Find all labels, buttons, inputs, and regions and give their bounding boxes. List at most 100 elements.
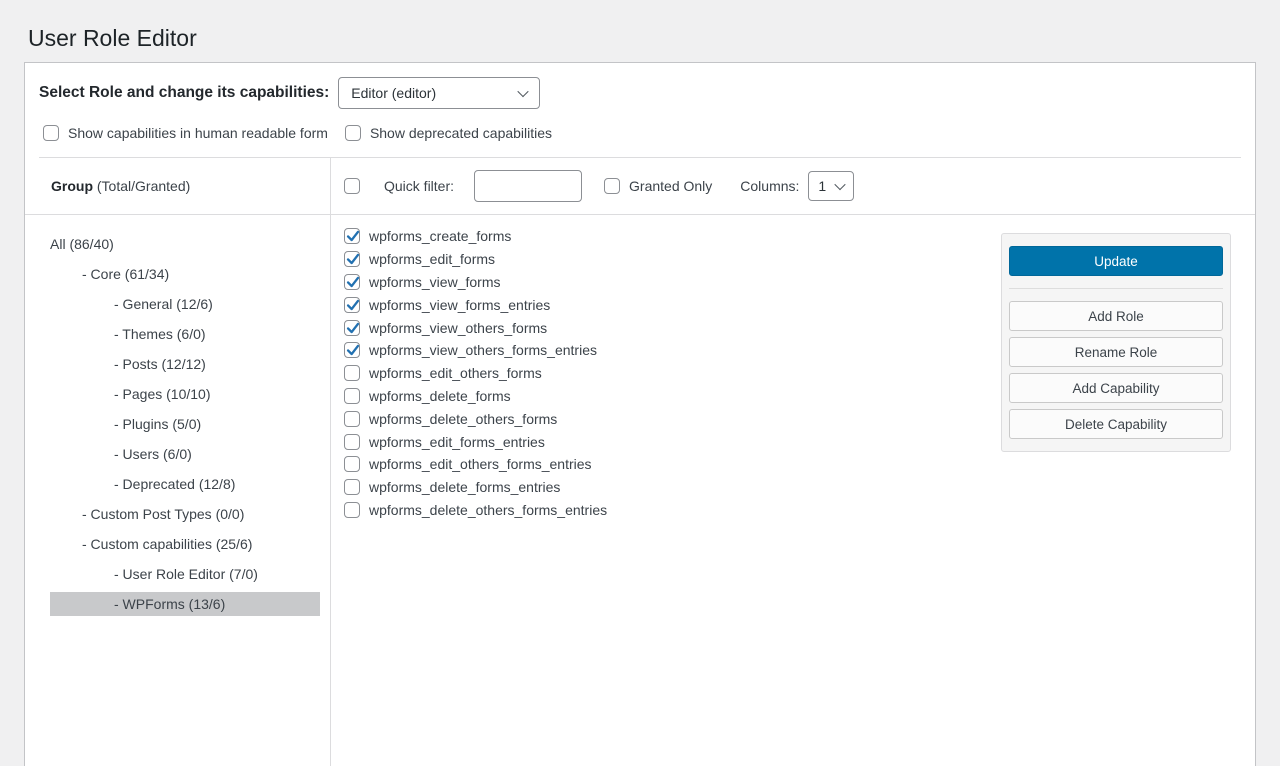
capability-checkbox[interactable] [344, 479, 360, 495]
group-item-label: - Pages (10/10) [114, 383, 320, 405]
group-item[interactable]: - User Role Editor (7/0) [50, 559, 320, 589]
group-item-label: - Plugins (5/0) [114, 413, 320, 435]
capability-checkbox[interactable] [344, 388, 360, 404]
capability-row: wpforms_view_forms [344, 271, 1001, 294]
role-select[interactable]: Editor (editor) [338, 77, 540, 109]
group-item[interactable]: - Pages (10/10) [50, 379, 320, 409]
capability-label: wpforms_edit_others_forms_entries [369, 456, 592, 472]
filter-bar: Quick filter: Granted Only Columns: 1 [331, 158, 1255, 214]
display-options-row: Show capabilities in human readable form… [25, 109, 1255, 157]
group-item[interactable]: - Custom capabilities (25/6) [50, 529, 320, 559]
capability-checkbox[interactable] [344, 456, 360, 472]
group-item[interactable]: - Themes (6/0) [50, 319, 320, 349]
group-item[interactable]: - Users (6/0) [50, 439, 320, 469]
role-select-row: Select Role and change its capabilities:… [25, 63, 1255, 109]
capability-label: wpforms_view_others_forms [369, 320, 547, 336]
columns-label: Columns: [740, 178, 799, 194]
granted-only-checkbox[interactable] [604, 178, 620, 194]
group-item-label: - Core (61/34) [82, 263, 320, 285]
actions-divider [1009, 288, 1223, 289]
add-role-button[interactable]: Add Role [1009, 301, 1223, 331]
granted-only-label: Granted Only [629, 178, 712, 194]
group-item[interactable]: - Deprecated (12/8) [50, 469, 320, 499]
capabilities-cell: wpforms_create_forms wpforms_edit_formswp… [331, 215, 1255, 766]
rename-role-button[interactable]: Rename Role [1009, 337, 1223, 367]
capability-label: wpforms_edit_others_forms [369, 365, 542, 381]
secondary-actions: Add Role Rename Role Add Capability Delete … [1009, 301, 1223, 439]
capability-row: wpforms_delete_others_forms_entries [344, 499, 1001, 522]
capability-row: wpforms_view_others_forms [344, 316, 1001, 339]
content-row: All (86/40) - Core (61/34) - General (12/6… [25, 215, 1255, 766]
group-item-label: - Users (6/0) [114, 443, 320, 465]
capability-row: wpforms_delete_others_forms [344, 407, 1001, 430]
capability-checkbox[interactable] [344, 502, 360, 518]
capability-row: wpforms_delete_forms_entries [344, 476, 1001, 499]
capability-checkbox[interactable] [344, 434, 360, 450]
group-item[interactable]: - Plugins (5/0) [50, 409, 320, 439]
capability-row: wpforms_view_others_forms_entries [344, 339, 1001, 362]
group-item[interactable]: - General (12/6) [50, 289, 320, 319]
capability-row: wpforms_edit_others_forms_entries [344, 453, 1001, 476]
select-all-checkbox[interactable] [344, 178, 360, 194]
human-readable-label: Show capabilities in human readable form [68, 125, 328, 141]
capability-label: wpforms_edit_forms [369, 251, 495, 267]
group-item-label: - Custom capabilities (25/6) [82, 533, 320, 555]
capability-checkbox[interactable] [344, 342, 360, 358]
groups-tree-cell: All (86/40) - Core (61/34) - General (12/6… [25, 215, 331, 766]
group-item-label: All (86/40) [50, 233, 320, 255]
capability-label: wpforms_view_forms_entries [369, 297, 550, 313]
capability-row: wpforms_view_forms_entries [344, 293, 1001, 316]
role-select-label: Select Role and change its capabilities: [39, 84, 329, 102]
group-item[interactable]: - WPForms (13/6) [50, 592, 320, 616]
user-role-editor-panel: Select Role and change its capabilities:… [24, 62, 1256, 766]
groups-tree: All (86/40) - Core (61/34) - General (12/6… [50, 229, 320, 616]
capability-label: wpforms_delete_forms_entries [369, 479, 560, 495]
update-button[interactable]: Update [1009, 246, 1223, 276]
actions-panel: Update Add Role Rename Role Add Capability… [1001, 233, 1231, 452]
group-item-label: - WPForms (13/6) [114, 593, 320, 615]
columns-select[interactable]: 1 [808, 171, 854, 201]
capability-label: wpforms_delete_forms [369, 388, 511, 404]
capability-checkbox[interactable] [344, 411, 360, 427]
capability-row: wpforms_edit_others_forms [344, 362, 1001, 385]
group-item[interactable]: - Posts (12/12) [50, 349, 320, 379]
columns-select-value: 1 [818, 178, 826, 194]
group-item-label: - Custom Post Types (0/0) [82, 503, 320, 525]
header-row: Group (Total/Granted) Quick filter: Gran… [25, 158, 1255, 215]
group-item[interactable]: - Custom Post Types (0/0) [50, 499, 320, 529]
capability-label: wpforms_edit_forms_entries [369, 434, 545, 450]
capability-checkbox[interactable] [344, 320, 360, 336]
capability-label: wpforms_create_forms [369, 228, 511, 244]
capability-checkbox[interactable] [344, 297, 360, 313]
capability-row: wpforms_edit_forms_entries [344, 430, 1001, 453]
human-readable-checkbox[interactable] [43, 125, 59, 141]
capability-checkbox[interactable] [344, 251, 360, 267]
group-item-label: - Themes (6/0) [114, 323, 320, 345]
delete-capability-button[interactable]: Delete Capability [1009, 409, 1223, 439]
group-item-label: - Posts (12/12) [114, 353, 320, 375]
capability-checkbox[interactable] [344, 365, 360, 381]
chevron-down-icon [518, 86, 529, 97]
group-item[interactable]: All (86/40) [50, 229, 320, 259]
quick-filter-label: Quick filter: [384, 178, 454, 194]
capability-checkbox[interactable] [344, 274, 360, 290]
group-item-label: - Deprecated (12/8) [114, 473, 320, 495]
add-capability-button[interactable]: Add Capability [1009, 373, 1223, 403]
capability-label: wpforms_view_others_forms_entries [369, 342, 597, 358]
deprecated-label: Show deprecated capabilities [370, 125, 552, 141]
group-header-title: Group [51, 178, 93, 194]
capability-row: wpforms_edit_forms [344, 248, 1001, 271]
capability-row: wpforms_delete_forms [344, 385, 1001, 408]
group-header-label: Group (Total/Granted) [51, 178, 190, 194]
capability-label: wpforms_view_forms [369, 274, 500, 290]
capability-label: wpforms_delete_others_forms_entries [369, 502, 607, 518]
group-item[interactable]: - Core (61/34) [50, 259, 320, 289]
capabilities-list: wpforms_create_forms wpforms_edit_formswp… [344, 223, 1001, 521]
quick-filter-input[interactable] [474, 170, 582, 202]
group-header-cell: Group (Total/Granted) [25, 158, 331, 214]
capability-checkbox[interactable] [344, 228, 360, 244]
group-item-label: - User Role Editor (7/0) [114, 563, 320, 585]
group-header-suffix: (Total/Granted) [93, 178, 190, 194]
deprecated-checkbox[interactable] [345, 125, 361, 141]
group-item-label: - General (12/6) [114, 293, 320, 315]
